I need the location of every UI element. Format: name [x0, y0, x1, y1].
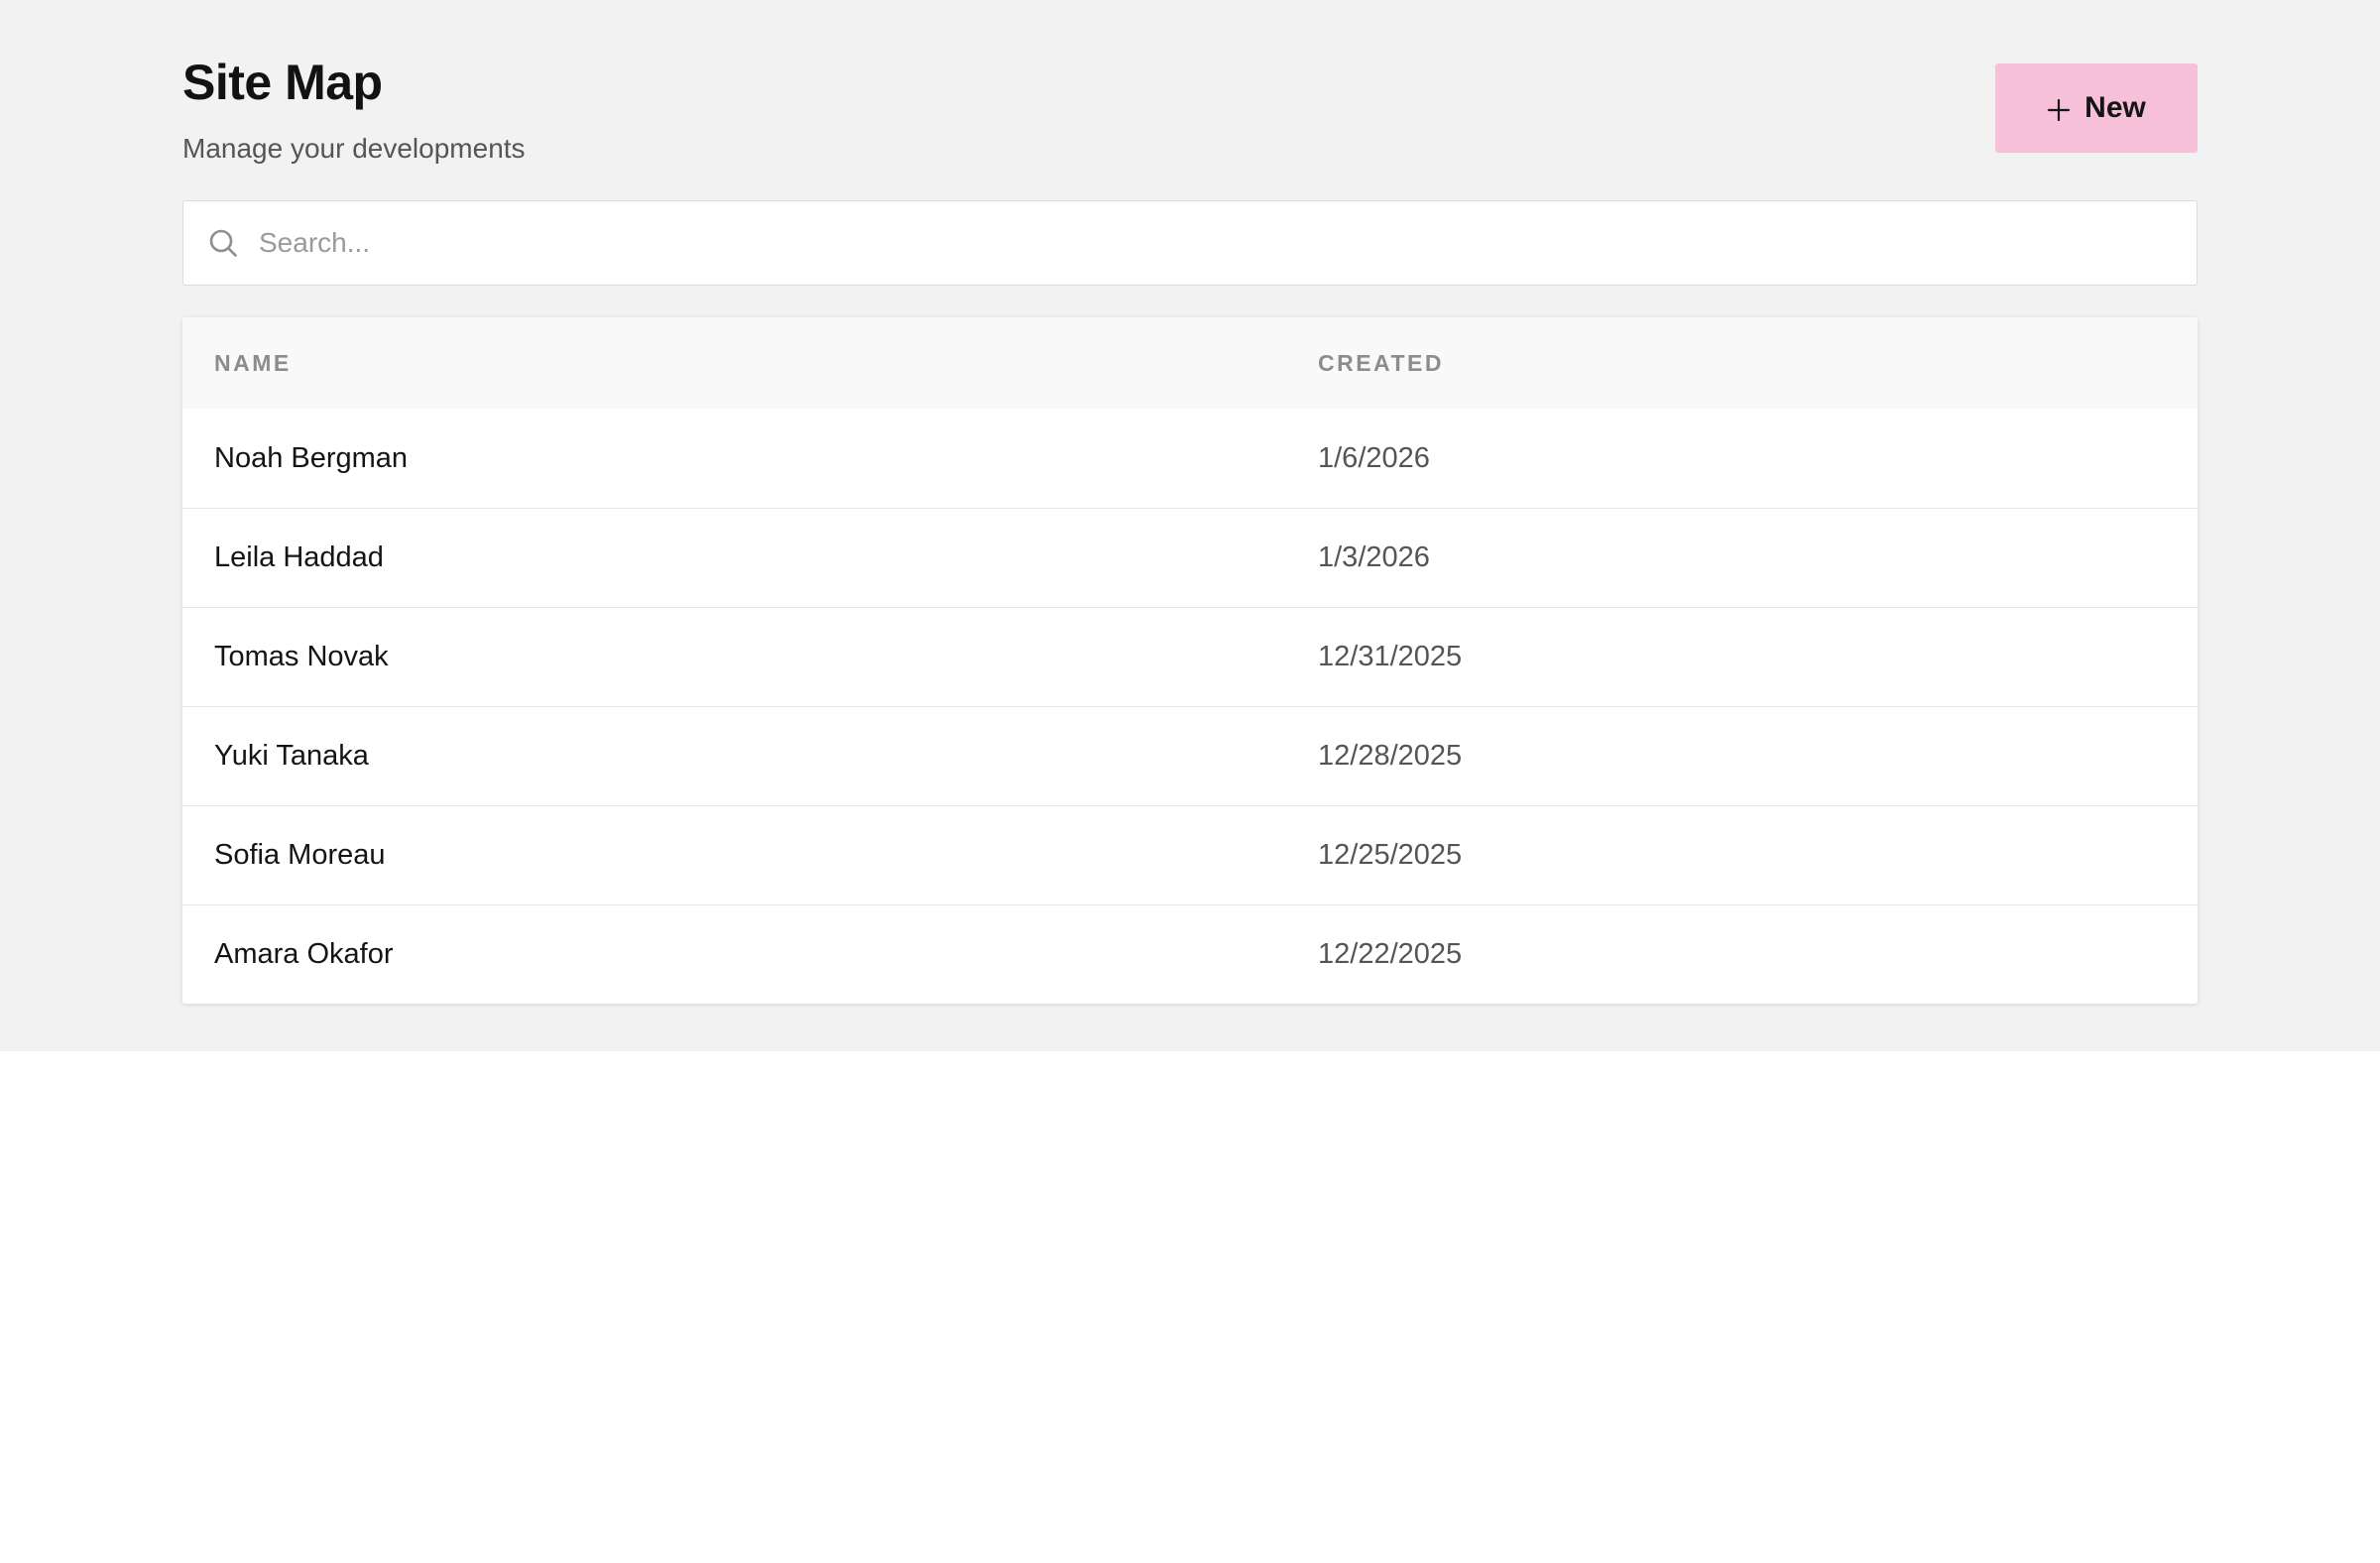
- row-name-cell: Sofia Moreau: [214, 839, 386, 871]
- table-header-row: NAME CREATED: [182, 317, 2198, 409]
- page-subtitle: Manage your developments: [182, 133, 526, 164]
- table-row[interactable]: Leila Haddad 1/3/2026: [182, 508, 2198, 607]
- table-row[interactable]: Tomas Novak 12/31/2025: [182, 607, 2198, 706]
- page-header: Site Map Manage your developments New: [182, 0, 2198, 200]
- page-title: Site Map: [182, 55, 383, 110]
- new-button-label: New: [2084, 91, 2146, 124]
- row-created-cell: 12/28/2025: [1318, 740, 1463, 772]
- column-header-name[interactable]: NAME: [214, 350, 292, 377]
- row-created-cell: 12/25/2025: [1318, 839, 1463, 871]
- row-name-cell: Leila Haddad: [214, 541, 384, 573]
- row-name-cell: Noah Bergman: [214, 441, 409, 474]
- table-row[interactable]: Noah Bergman 1/6/2026: [182, 409, 2198, 508]
- search-input[interactable]: [259, 201, 2197, 285]
- search-box[interactable]: [182, 200, 2198, 286]
- row-name-cell: Yuki Tanaka: [214, 740, 369, 772]
- table-body: Noah Bergman 1/6/2026 Leila Haddad 1/3/2026…: [182, 409, 2198, 1004]
- table-row[interactable]: Sofia Moreau 12/25/2025: [182, 805, 2198, 904]
- column-header-created[interactable]: CREATED: [1318, 350, 1444, 377]
- row-name-cell: Tomas Novak: [214, 641, 389, 672]
- plus-icon: [2047, 96, 2071, 122]
- new-button[interactable]: New: [1995, 63, 2198, 153]
- main-container: Site Map Manage your developments New NA…: [182, 0, 2198, 1004]
- row-created-cell: 12/31/2025: [1318, 641, 1463, 672]
- table-row[interactable]: Amara Okafor 12/22/2025: [182, 904, 2198, 1004]
- row-created-cell: 1/3/2026: [1318, 541, 1430, 573]
- data-table: NAME CREATED Noah Bergman 1/6/2026 Leila H…: [182, 317, 2198, 1004]
- row-created-cell: 12/22/2025: [1318, 938, 1463, 970]
- row-name-cell: Amara Okafor: [214, 938, 394, 970]
- search-icon: [207, 227, 239, 259]
- row-created-cell: 1/6/2026: [1318, 441, 1430, 474]
- table-row[interactable]: Yuki Tanaka 12/28/2025: [182, 706, 2198, 805]
